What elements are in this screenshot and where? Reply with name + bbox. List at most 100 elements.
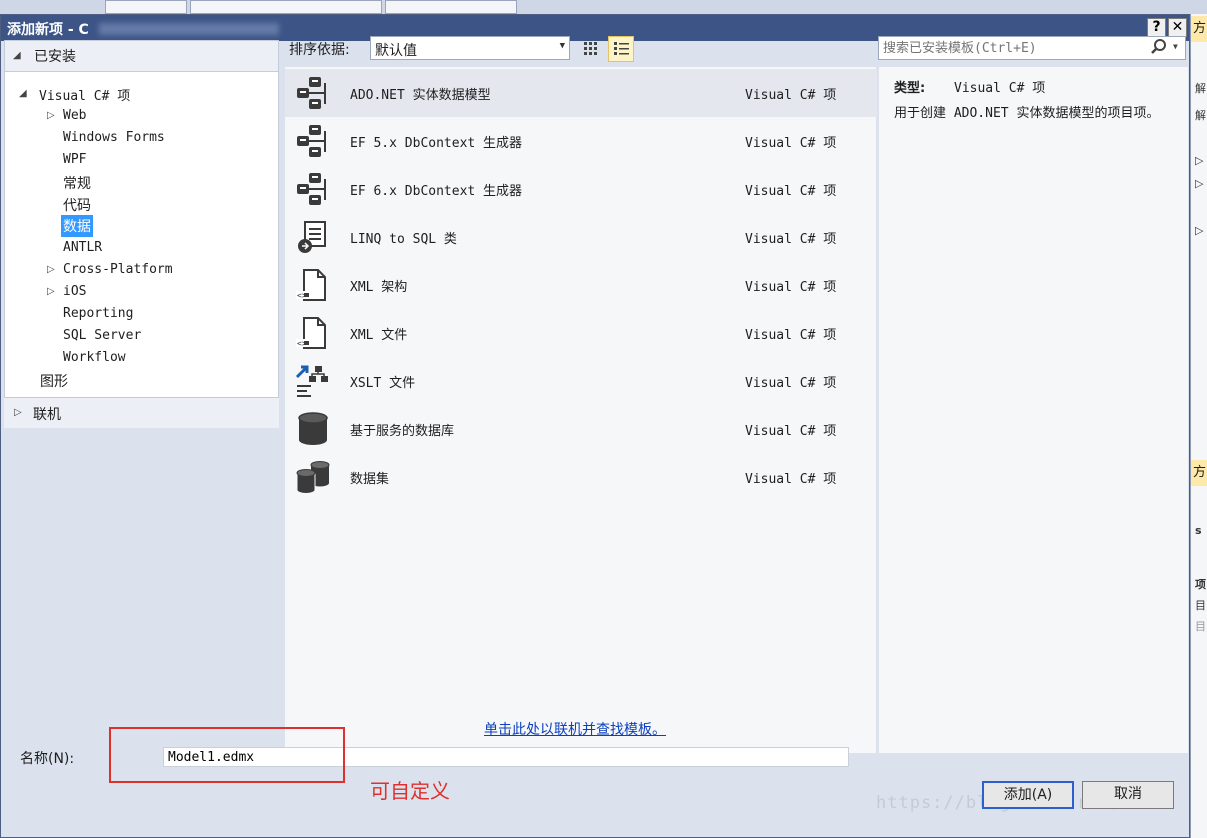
collapse-arrow-icon[interactable]: ◢ (13, 50, 21, 61)
name-label: 名称(N): (20, 751, 75, 767)
template-type: Visual C# 项 (745, 88, 837, 103)
tree-node-graphics[interactable]: 图形 (40, 371, 68, 391)
template-name: ADO.NET 实体数据模型 (350, 88, 491, 103)
background-text: 目 (1195, 620, 1206, 633)
online-header[interactable]: ▷ 联机 (4, 398, 279, 428)
annotation-highlight-box (109, 727, 345, 783)
expand-arrow-icon[interactable]: ▷ (47, 110, 55, 121)
background-panel-header: 方 (1191, 16, 1207, 42)
expand-arrow-icon: ▷ (1195, 154, 1204, 167)
linq-icon (295, 219, 331, 255)
template-name: EF 6.x DbContext 生成器 (350, 184, 523, 199)
background-toolbar (0, 0, 1207, 14)
sort-label: 排序依据: (289, 42, 350, 58)
grid-view-icon (584, 42, 597, 55)
database-icon (295, 411, 331, 447)
search-icon[interactable] (1150, 38, 1168, 56)
sort-dropdown-value: 默认值 (375, 43, 417, 59)
background-side-panel: 方 解 解 ▷ ▷ ▷ 方 s 项 目 目 (1190, 14, 1207, 838)
tree-node-wpf[interactable]: WPF (63, 152, 86, 167)
template-list: ADO.NET 实体数据模型 Visual C# 项 EF 5.x DbContex… (285, 67, 877, 753)
chevron-down-icon: ▼ (559, 41, 565, 51)
template-type: Visual C# 项 (745, 472, 837, 487)
xml-file-icon: <> (295, 315, 331, 351)
tree-node-ios[interactable]: iOS (63, 284, 86, 299)
tree-node-general[interactable]: 常规 (63, 173, 91, 193)
background-panel-header: 方 (1191, 460, 1207, 486)
xslt-icon (295, 363, 331, 399)
background-text: 项 (1195, 578, 1206, 591)
background-text: 解 (1195, 82, 1206, 95)
tree-node-windows-forms[interactable]: Windows Forms (63, 130, 165, 145)
entity-model-icon (295, 123, 331, 159)
cancel-button[interactable]: 取消 (1082, 781, 1174, 809)
xml-file-icon: <> (295, 267, 331, 303)
add-button[interactable]: 添加(A) (982, 781, 1074, 809)
template-name: 基于服务的数据库 (350, 424, 455, 439)
template-type: Visual C# 项 (745, 376, 837, 391)
chevron-down-icon[interactable]: ▼ (1173, 42, 1178, 51)
background-text: 目 (1195, 599, 1206, 612)
template-type: Visual C# 项 (745, 136, 837, 151)
template-description: 用于创建 ADO.NET 实体数据模型的项目项。 (894, 106, 1160, 121)
collapse-arrow-icon[interactable]: ◢ (19, 88, 27, 99)
tree-node-reporting[interactable]: Reporting (63, 306, 133, 321)
template-name: XSLT 文件 (350, 376, 416, 391)
template-type: Visual C# 项 (745, 280, 837, 295)
online-label: 联机 (33, 407, 61, 423)
template-name: XML 架构 (350, 280, 408, 295)
template-item[interactable]: <> XML 文件 Visual C# 项 (285, 309, 877, 357)
template-type: Visual C# 项 (745, 232, 837, 247)
template-item[interactable]: XSLT 文件 Visual C# 项 (285, 357, 877, 405)
type-label: 类型: (894, 81, 926, 96)
background-tab (105, 0, 187, 14)
entity-model-icon (295, 75, 331, 111)
online-templates-link[interactable]: 单击此处以联机并查找模板。 (484, 719, 666, 739)
tree-node-cross-platform[interactable]: Cross-Platform (63, 262, 173, 277)
template-item[interactable]: 基于服务的数据库 Visual C# 项 (285, 405, 877, 453)
entity-model-icon (295, 171, 331, 207)
expand-arrow-icon[interactable]: ▷ (47, 264, 55, 275)
template-details: 类型: Visual C# 项 用于创建 ADO.NET 实体数据模型的项目项。 (879, 67, 1188, 753)
expand-arrow-icon[interactable]: ▷ (14, 407, 22, 418)
list-view-button[interactable] (608, 36, 634, 62)
list-view-icon (614, 42, 629, 55)
template-item[interactable]: <> XML 架构 Visual C# 项 (285, 261, 877, 309)
template-name: 数据集 (350, 472, 390, 487)
background-text: 解 (1195, 109, 1206, 122)
installed-header[interactable]: ◢ 已安装 (5, 41, 278, 72)
tree-node-sql-server[interactable]: SQL Server (63, 328, 141, 343)
template-name: EF 5.x DbContext 生成器 (350, 136, 523, 151)
tree-node-code[interactable]: 代码 (63, 195, 91, 215)
close-button[interactable]: ✕ (1168, 18, 1187, 37)
template-type: Visual C# 项 (745, 328, 837, 343)
background-tab (190, 0, 382, 14)
template-tree: ◢ 已安装 ◢ Visual C# 项 ▷ Web Windows Forms … (4, 40, 279, 398)
expand-arrow-icon[interactable]: ▷ (47, 286, 55, 297)
template-name: XML 文件 (350, 328, 408, 343)
grid-view-button[interactable] (578, 36, 604, 62)
tree-node-web[interactable]: Web (63, 108, 86, 123)
template-name: LINQ to SQL 类 (350, 232, 457, 247)
template-item[interactable]: EF 5.x DbContext 生成器 Visual C# 项 (285, 117, 877, 165)
template-item[interactable]: EF 6.x DbContext 生成器 Visual C# 项 (285, 165, 877, 213)
help-button[interactable]: ? (1147, 18, 1166, 37)
template-type: Visual C# 项 (745, 424, 837, 439)
tree-node-antlr[interactable]: ANTLR (63, 240, 102, 255)
background-text: s (1195, 524, 1202, 537)
expand-arrow-icon: ▷ (1195, 224, 1204, 237)
search-box (878, 36, 1186, 60)
template-item[interactable]: ADO.NET 实体数据模型 Visual C# 项 (285, 69, 877, 117)
tree-node-data[interactable]: 数据 (61, 215, 93, 237)
blurred-title-region (99, 23, 279, 35)
search-input[interactable] (881, 38, 1145, 58)
template-item[interactable]: 数据集 Visual C# 项 (285, 453, 877, 501)
template-type: Visual C# 项 (745, 184, 837, 199)
type-value: Visual C# 项 (954, 81, 1046, 96)
tree-node-workflow[interactable]: Workflow (63, 350, 126, 365)
tree-node-visual-csharp[interactable]: Visual C# 项 (39, 85, 130, 104)
dialog-title: 添加新项 - C (7, 22, 89, 38)
template-item[interactable]: LINQ to SQL 类 Visual C# 项 (285, 213, 877, 261)
background-tab (385, 0, 517, 14)
sort-dropdown[interactable]: 默认值 ▼ (370, 36, 570, 60)
